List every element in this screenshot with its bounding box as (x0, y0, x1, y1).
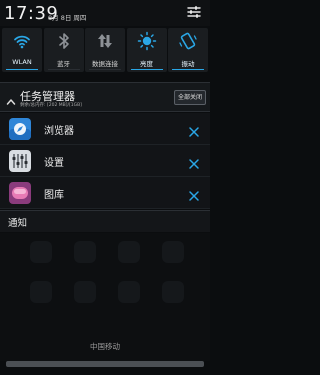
toggle-label: WLAN (12, 58, 32, 66)
gallery-icon (9, 182, 31, 204)
task-item-gallery[interactable]: 图库 (0, 177, 210, 209)
browser-icon (9, 118, 31, 140)
chevron-up-icon[interactable] (6, 92, 16, 105)
close-icon[interactable] (188, 187, 200, 201)
running-task-list: 浏览器 设置 图库 (0, 113, 210, 209)
background-app-icon (118, 241, 140, 263)
close-all-button[interactable]: 全部关闭 (174, 90, 206, 105)
toggle-indicator (47, 68, 80, 70)
task-item-settings[interactable]: 设置 (0, 145, 210, 177)
status-bar: 17:39 8月 8日 周四 (0, 0, 210, 26)
task-label: 图库 (44, 190, 64, 201)
notifications-title: 通知 (8, 218, 28, 229)
task-manager-header[interactable]: 任务管理器 剩余/总内存: [202 MB]/[1GB] 全部关闭 (0, 82, 210, 112)
task-item-browser[interactable]: 浏览器 (0, 113, 210, 145)
background-app-icon (162, 281, 184, 303)
background-app-icon (30, 281, 52, 303)
notification-settings-icon[interactable] (186, 4, 202, 20)
quick-settings-row: WLAN 蓝牙 数据连接 亮度 振动 (0, 28, 210, 76)
carrier-label: 中国移动 (90, 342, 120, 351)
background-app-icon (118, 281, 140, 303)
toggle-indicator (130, 68, 163, 70)
toggle-brightness[interactable]: 亮度 (126, 28, 167, 72)
vibrate-icon (178, 31, 198, 51)
close-icon[interactable] (188, 123, 200, 137)
clock-date: 8月 8日 周四 (48, 14, 87, 22)
background-app-icon (162, 241, 184, 263)
notifications-header: 通知 (0, 210, 210, 232)
toggle-vibrate[interactable]: 振动 (168, 28, 208, 72)
toggle-label: 数据连接 (92, 60, 118, 68)
task-label: 浏览器 (44, 126, 74, 137)
memory-usage-text: 剩余/总内存: [202 MB]/[1GB] (20, 103, 82, 108)
toggle-data-connection[interactable]: 数据连接 (85, 28, 125, 72)
background-app-icon (74, 281, 96, 303)
brightness-icon (137, 31, 157, 51)
task-label: 设置 (44, 158, 64, 169)
toggle-indicator (6, 68, 38, 70)
toggle-indicator (89, 68, 121, 70)
background-app-icon (30, 241, 52, 263)
background-app-icon (74, 241, 96, 263)
toggle-label: 亮度 (140, 60, 153, 68)
toggle-label: 振动 (181, 60, 195, 68)
toggle-wlan[interactable]: WLAN (2, 28, 42, 72)
toggle-indicator (172, 68, 204, 70)
wifi-icon (12, 31, 32, 51)
toggle-label: 蓝牙 (57, 60, 70, 68)
close-icon[interactable] (188, 155, 200, 169)
settings-app-icon (9, 150, 31, 172)
bluetooth-icon (54, 31, 74, 51)
drag-handle[interactable] (6, 361, 204, 367)
data-connection-icon (95, 31, 115, 51)
toggle-bluetooth[interactable]: 蓝牙 (43, 28, 84, 72)
